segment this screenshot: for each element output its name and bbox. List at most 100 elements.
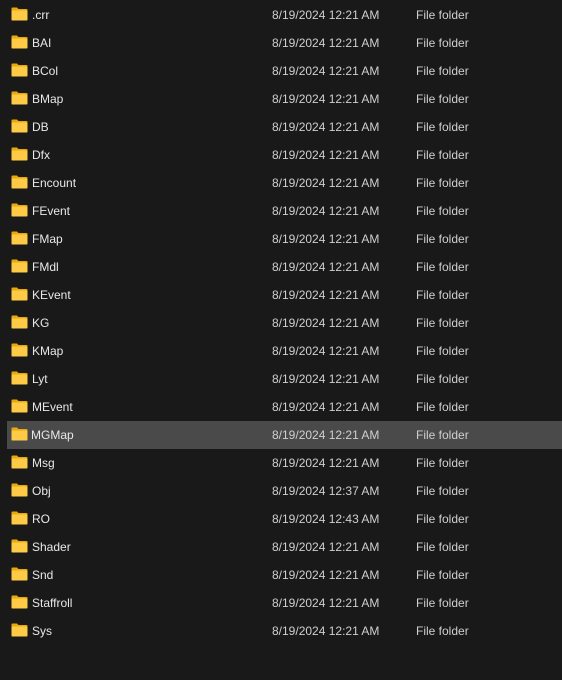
item-type: File folder bbox=[416, 316, 469, 330]
folder-name: DB bbox=[32, 120, 49, 134]
date-modified: 8/19/2024 12:37 AM bbox=[272, 484, 380, 498]
folder-icon bbox=[11, 315, 28, 329]
folder-icon bbox=[11, 567, 28, 581]
date-modified: 8/19/2024 12:21 AM bbox=[272, 36, 380, 50]
folder-row[interactable]: .crr 8/19/2024 12:21 AM File folder bbox=[0, 1, 562, 29]
date-modified: 8/19/2024 12:43 AM bbox=[272, 512, 380, 526]
folder-name: Snd bbox=[32, 568, 54, 582]
folder-name: MGMap bbox=[31, 428, 74, 442]
folder-icon bbox=[11, 287, 28, 301]
date-modified: 8/19/2024 12:21 AM bbox=[272, 428, 380, 442]
date-modified: 8/19/2024 12:21 AM bbox=[272, 400, 380, 414]
folder-icon bbox=[11, 231, 28, 245]
item-type: File folder bbox=[416, 344, 469, 358]
folder-row[interactable]: RO 8/19/2024 12:43 AM File folder bbox=[0, 505, 562, 533]
item-type: File folder bbox=[416, 596, 469, 610]
folder-row[interactable]: Snd 8/19/2024 12:21 AM File folder bbox=[0, 561, 562, 589]
item-type: File folder bbox=[416, 232, 469, 246]
date-modified: 8/19/2024 12:21 AM bbox=[272, 92, 380, 106]
date-modified: 8/19/2024 12:21 AM bbox=[272, 624, 380, 638]
folder-row[interactable]: FMap 8/19/2024 12:21 AM File folder bbox=[0, 225, 562, 253]
folder-icon bbox=[11, 175, 28, 189]
item-type: File folder bbox=[416, 176, 469, 190]
folder-name: Lyt bbox=[32, 372, 48, 386]
folder-row[interactable]: Encount 8/19/2024 12:21 AM File folder bbox=[0, 169, 562, 197]
folder-row[interactable]: MGMap 8/19/2024 12:21 AM File folder bbox=[7, 421, 562, 449]
folder-row[interactable]: BMap 8/19/2024 12:21 AM File folder bbox=[0, 85, 562, 113]
folder-name: BCol bbox=[32, 64, 59, 78]
folder-name: BMap bbox=[32, 92, 64, 106]
folder-row[interactable]: KG 8/19/2024 12:21 AM File folder bbox=[0, 309, 562, 337]
folder-row[interactable]: Msg 8/19/2024 12:21 AM File folder bbox=[0, 449, 562, 477]
item-type: File folder bbox=[416, 484, 469, 498]
item-type: File folder bbox=[416, 568, 469, 582]
folder-name: Encount bbox=[32, 176, 77, 190]
folder-name: .crr bbox=[32, 8, 50, 22]
file-list: .crr 8/19/2024 12:21 AM File folder BAI 8/19… bbox=[0, 1, 562, 645]
item-type: File folder bbox=[416, 400, 469, 414]
folder-row[interactable]: Dfx 8/19/2024 12:21 AM File folder bbox=[0, 141, 562, 169]
folder-name: Obj bbox=[32, 484, 51, 498]
date-modified: 8/19/2024 12:21 AM bbox=[272, 540, 380, 554]
folder-name: KEvent bbox=[32, 288, 71, 302]
folder-icon bbox=[11, 147, 28, 161]
item-type: File folder bbox=[416, 92, 469, 106]
folder-row[interactable]: BAI 8/19/2024 12:21 AM File folder bbox=[0, 29, 562, 57]
folder-row[interactable]: Shader 8/19/2024 12:21 AM File folder bbox=[0, 533, 562, 561]
item-type: File folder bbox=[416, 624, 469, 638]
folder-row[interactable]: KEvent 8/19/2024 12:21 AM File folder bbox=[0, 281, 562, 309]
date-modified: 8/19/2024 12:21 AM bbox=[272, 596, 380, 610]
folder-row[interactable]: Staffroll 8/19/2024 12:21 AM File folder bbox=[0, 589, 562, 617]
folder-row[interactable]: FMdl 8/19/2024 12:21 AM File folder bbox=[0, 253, 562, 281]
item-type: File folder bbox=[416, 428, 469, 442]
folder-name: FMdl bbox=[32, 260, 59, 274]
folder-name: BAI bbox=[32, 36, 52, 50]
date-modified: 8/19/2024 12:21 AM bbox=[272, 288, 380, 302]
folder-name: Dfx bbox=[32, 148, 50, 162]
item-type: File folder bbox=[416, 512, 469, 526]
folder-row[interactable]: Sys 8/19/2024 12:21 AM File folder bbox=[0, 617, 562, 645]
folder-icon bbox=[11, 399, 28, 413]
item-type: File folder bbox=[416, 260, 469, 274]
folder-icon bbox=[11, 595, 28, 609]
folder-name: MEvent bbox=[32, 400, 73, 414]
date-modified: 8/19/2024 12:21 AM bbox=[272, 568, 380, 582]
item-type: File folder bbox=[416, 64, 469, 78]
date-modified: 8/19/2024 12:21 AM bbox=[272, 64, 380, 78]
item-type: File folder bbox=[416, 372, 469, 386]
folder-icon bbox=[11, 539, 28, 553]
folder-icon bbox=[11, 623, 28, 637]
item-type: File folder bbox=[416, 540, 469, 554]
date-modified: 8/19/2024 12:21 AM bbox=[272, 372, 380, 386]
folder-name: FEvent bbox=[32, 204, 71, 218]
folder-icon bbox=[11, 343, 28, 357]
date-modified: 8/19/2024 12:21 AM bbox=[272, 176, 380, 190]
folder-row[interactable]: BCol 8/19/2024 12:21 AM File folder bbox=[0, 57, 562, 85]
date-modified: 8/19/2024 12:21 AM bbox=[272, 8, 380, 22]
folder-name: Shader bbox=[32, 540, 71, 554]
date-modified: 8/19/2024 12:21 AM bbox=[272, 344, 380, 358]
folder-icon bbox=[11, 7, 28, 21]
folder-icon bbox=[11, 91, 28, 105]
folder-icon bbox=[11, 35, 28, 49]
date-modified: 8/19/2024 12:21 AM bbox=[272, 204, 380, 218]
folder-row[interactable]: FEvent 8/19/2024 12:21 AM File folder bbox=[0, 197, 562, 225]
folder-icon bbox=[11, 427, 28, 441]
date-modified: 8/19/2024 12:21 AM bbox=[272, 120, 380, 134]
folder-name: RO bbox=[32, 512, 50, 526]
date-modified: 8/19/2024 12:21 AM bbox=[272, 316, 380, 330]
folder-row[interactable]: DB 8/19/2024 12:21 AM File folder bbox=[0, 113, 562, 141]
folder-name: Sys bbox=[32, 624, 53, 638]
item-type: File folder bbox=[416, 288, 469, 302]
folder-icon bbox=[11, 511, 28, 525]
folder-row[interactable]: MEvent 8/19/2024 12:21 AM File folder bbox=[0, 393, 562, 421]
folder-row[interactable]: Lyt 8/19/2024 12:21 AM File folder bbox=[0, 365, 562, 393]
folder-name: Staffroll bbox=[32, 596, 73, 610]
folder-row[interactable]: KMap 8/19/2024 12:21 AM File folder bbox=[0, 337, 562, 365]
folder-row[interactable]: Obj 8/19/2024 12:37 AM File folder bbox=[0, 477, 562, 505]
date-modified: 8/19/2024 12:21 AM bbox=[272, 456, 380, 470]
folder-name: KG bbox=[32, 316, 50, 330]
folder-name: Msg bbox=[32, 456, 55, 470]
date-modified: 8/19/2024 12:21 AM bbox=[272, 260, 380, 274]
folder-icon bbox=[11, 483, 28, 497]
